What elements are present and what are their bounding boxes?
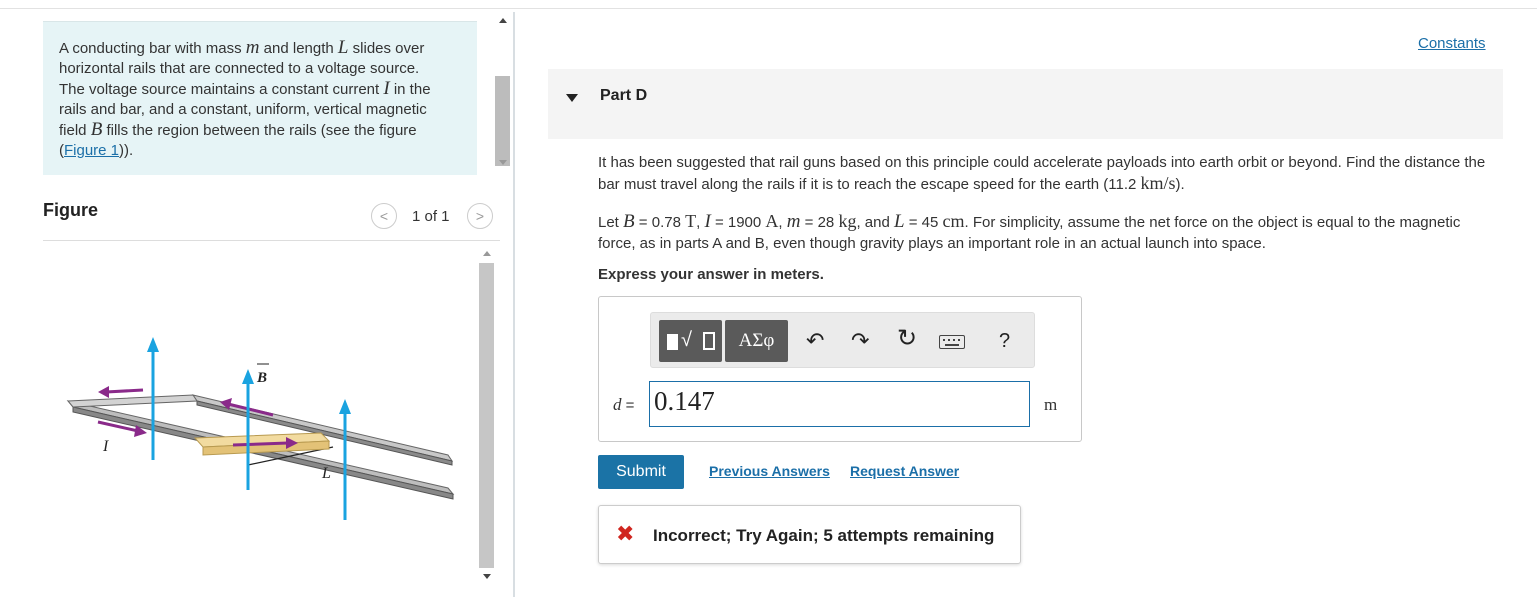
given-text-part: , and (856, 214, 894, 231)
symbols-button[interactable]: ΑΣφ (725, 320, 788, 362)
redo-icon[interactable]: ↷ (851, 327, 869, 355)
equals-sign: = (621, 397, 635, 414)
figure-counter: 1 of 1 (412, 208, 450, 225)
request-answer-link[interactable]: Request Answer (850, 463, 959, 479)
intro-scrollbar[interactable] (492, 12, 514, 177)
scrollbar-thumb[interactable] (479, 263, 494, 568)
unit-cm: cm (942, 211, 965, 231)
part-title: Part D (600, 87, 648, 104)
var-d: d (613, 395, 622, 414)
answer-variable-label: d = (613, 395, 634, 415)
intro-text-part: )). (119, 142, 134, 159)
rail-gun-figure: B I L (66, 337, 455, 520)
figure-divider (43, 240, 500, 241)
answer-input[interactable]: 0.147 (649, 381, 1030, 427)
top-divider (0, 8, 1537, 9)
label-B: B (256, 370, 267, 386)
figure-prev-button[interactable]: < (371, 203, 397, 229)
reset-icon[interactable]: ↻ (897, 325, 917, 353)
feedback-box: ✖ Incorrect; Try Again; 5 attempts remai… (598, 505, 1021, 564)
scrollbar-thumb[interactable] (495, 76, 510, 166)
given-text-part: Let (598, 214, 624, 231)
var-L: L (337, 37, 349, 58)
intro-text-part: A conducting bar with mass (59, 40, 246, 57)
speed-unit: km/s (1140, 173, 1176, 193)
problem-intro: A conducting bar with mass m and length … (43, 21, 477, 175)
unit-kg: kg (838, 211, 857, 231)
scroll-up-arrow-icon[interactable] (499, 18, 507, 23)
answer-unit: m (1044, 395, 1058, 414)
question-text: It has been suggested that rail guns bas… (598, 152, 1488, 195)
var-m: m (786, 211, 801, 232)
given-values-text: Let B = 0.78 T, I = 1900 A, m = 28 kg, a… (598, 211, 1498, 254)
keyboard-icon[interactable] (939, 335, 965, 349)
scroll-down-arrow-icon[interactable] (483, 574, 491, 579)
math-toolbar: √ ΑΣφ ↶ ↷ ↻ ? (650, 312, 1035, 368)
intro-text-part: and length (259, 40, 338, 57)
var-B: B (90, 119, 103, 140)
part-d-header[interactable]: Part D (548, 69, 1503, 139)
given-text-part: = 0.78 (634, 214, 686, 231)
collapse-caret-icon[interactable] (566, 94, 578, 102)
undo-icon[interactable]: ↶ (806, 327, 824, 355)
var-m: m (245, 37, 260, 58)
var-B: B (623, 211, 635, 232)
panel-divider (513, 12, 515, 597)
given-text-part: = 45 (904, 214, 943, 231)
given-text-part: = 1900 (710, 214, 766, 231)
submit-button[interactable]: Submit (598, 455, 684, 489)
unit-A: A (765, 211, 779, 231)
scroll-down-arrow-icon[interactable] (499, 160, 507, 165)
question-text-part: ). (1175, 176, 1185, 193)
figure-next-button[interactable]: > (467, 203, 493, 229)
intro-text: A conducting bar with mass m and length … (59, 38, 443, 161)
figure-scrollbar[interactable] (477, 245, 497, 585)
templates-button[interactable]: √ (659, 320, 722, 362)
given-text-part: , (778, 214, 787, 231)
template-box-icon (703, 332, 715, 350)
var-L: L (893, 211, 905, 232)
given-text-part: = 28 (800, 214, 839, 231)
radical-icon: √ (681, 329, 692, 351)
label-L: L (321, 465, 331, 482)
figure-title: Figure (43, 200, 99, 220)
help-icon[interactable]: ? (999, 327, 1010, 355)
answer-panel: √ ΑΣφ ↶ ↷ ↻ ? d = 0.147 m (598, 296, 1082, 442)
question-text-part: It has been suggested that rail guns bas… (598, 154, 1486, 193)
feedback-text: Incorrect; Try Again; 5 attempts remaini… (653, 526, 995, 545)
unit-T: T (685, 211, 697, 231)
previous-answers-link[interactable]: Previous Answers (709, 463, 830, 479)
template-box-icon (667, 334, 678, 350)
constants-link[interactable]: Constants (1418, 35, 1486, 52)
answer-instruction: Express your answer in meters. (598, 266, 824, 283)
incorrect-x-icon: ✖ (616, 521, 635, 546)
label-I: I (102, 438, 109, 455)
scroll-up-arrow-icon[interactable] (483, 251, 491, 256)
figure-link[interactable]: Figure 1 (64, 142, 119, 159)
